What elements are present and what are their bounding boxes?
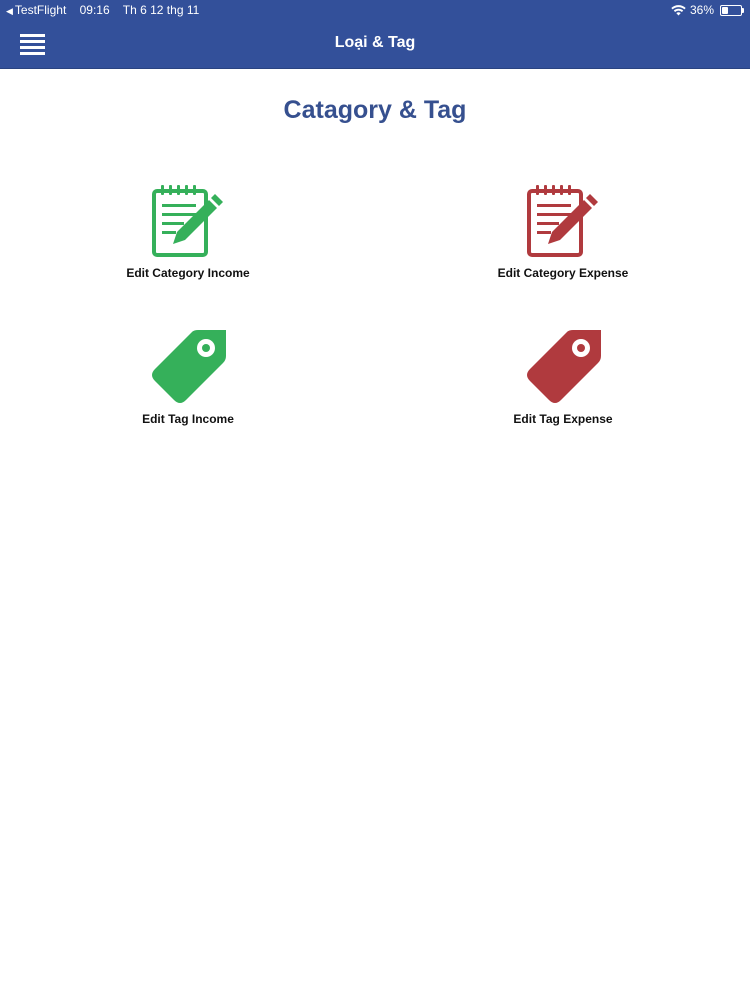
battery-fill <box>722 6 728 14</box>
tile-label: Edit Category Income <box>126 266 250 280</box>
edit-tag-income-button[interactable]: Edit Tag Income <box>63 330 313 426</box>
back-to-app-link[interactable]: TestFlight <box>15 3 66 17</box>
page-title: Catagory & Tag <box>283 96 467 124</box>
edit-category-income-button[interactable]: Edit Category Income <box>63 184 313 280</box>
screen: ◀ TestFlight 09:16 Th 6 12 thg 11 36% Loạ… <box>0 0 750 1000</box>
price-tag-icon <box>152 330 226 403</box>
status-left: ◀ TestFlight 09:16 Th 6 12 thg 11 <box>6 3 209 17</box>
edit-category-expense-button[interactable]: Edit Category Expense <box>438 184 688 280</box>
status-right: 36% <box>671 3 744 17</box>
notepad-pencil-icon <box>152 185 223 257</box>
tile-label: Edit Category Expense <box>497 266 629 280</box>
battery-percent: 36% <box>689 3 714 17</box>
battery-icon <box>720 4 744 16</box>
back-caret-icon[interactable]: ◀ <box>6 6 13 16</box>
tile-label: Edit Tag Income <box>142 412 234 426</box>
status-date: Th 6 12 thg 11 <box>122 3 200 17</box>
price-tag-icon <box>527 330 601 403</box>
tile-label: Edit Tag Expense <box>513 412 613 426</box>
wifi-icon <box>671 4 686 15</box>
status-time: 09:16 <box>79 3 110 17</box>
top-bar: ◀ TestFlight 09:16 Th 6 12 thg 11 36% Loạ… <box>0 0 750 69</box>
notepad-pencil-icon <box>527 185 598 257</box>
status-bar: ◀ TestFlight 09:16 Th 6 12 thg 11 36% <box>0 0 750 20</box>
nav-title: Loại & Tag <box>334 34 416 51</box>
edit-tag-expense-button[interactable]: Edit Tag Expense <box>438 330 688 426</box>
